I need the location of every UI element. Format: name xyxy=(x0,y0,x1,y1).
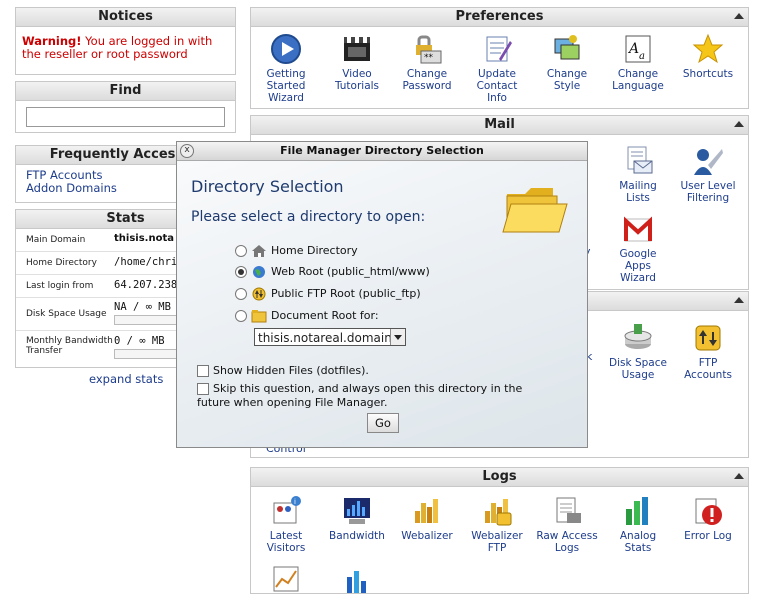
radio-document-root[interactable] xyxy=(235,310,247,322)
stat-value: /home/chri xyxy=(114,256,178,268)
user-level-filtering[interactable]: User Level Filtering xyxy=(676,145,740,204)
gmail-icon xyxy=(622,213,654,245)
visitors-icon: i xyxy=(270,495,302,527)
expand-stats-link[interactable]: expand stats xyxy=(89,372,163,386)
stat-value: NA / ∞ MB xyxy=(114,301,171,313)
option-document-root[interactable]: Document Root for: xyxy=(235,308,379,324)
radio-web-root[interactable] xyxy=(235,266,247,278)
mailing-lists-icon xyxy=(622,145,654,177)
stat-label: Disk Space Usage xyxy=(26,309,107,319)
warning-label: Warning! xyxy=(22,34,82,48)
close-icon[interactable]: x xyxy=(180,144,194,158)
dialog-header-title: File Manager Directory Selection xyxy=(280,144,484,157)
chart-icon xyxy=(270,563,302,595)
option-web-root[interactable]: Web Root (public_html/www) xyxy=(235,264,430,280)
stat-label: Main Domain xyxy=(26,235,86,245)
file-manager-dialog: x File Manager Directory Selection Direc… xyxy=(176,141,588,448)
more-log-item[interactable] xyxy=(325,563,389,598)
stat-value: thisis.nota xyxy=(114,233,174,244)
play-icon xyxy=(270,33,302,65)
webalizer[interactable]: Webalizer xyxy=(395,495,459,542)
radio-public-ftp[interactable] xyxy=(235,288,247,300)
getting-started-wizard[interactable]: Getting Started Wizard xyxy=(254,33,318,104)
radio-home[interactable] xyxy=(235,245,247,257)
star-icon xyxy=(692,33,724,65)
shortcuts[interactable]: Shortcuts xyxy=(676,33,740,80)
language-icon: Aa xyxy=(622,33,654,65)
style-icon xyxy=(551,33,583,65)
ftp-icon xyxy=(251,287,267,301)
logs-title: Logs xyxy=(251,468,748,487)
video-tutorials[interactable]: Video Tutorials xyxy=(325,33,389,92)
globe-icon xyxy=(251,265,267,279)
preferences-panel: Preferences Getting Started Wizard Video… xyxy=(250,7,749,109)
folder-icon xyxy=(501,184,571,236)
collapse-arrow-icon[interactable] xyxy=(734,297,744,303)
webalizer-icon xyxy=(411,495,443,527)
stat-value: 64.207.238 xyxy=(114,279,178,291)
update-contact-info[interactable]: Update Contact Info xyxy=(465,33,529,104)
option-public-ftp[interactable]: Public FTP Root (public_ftp) xyxy=(235,286,421,302)
document-root-select[interactable]: thisis.notareal.domain xyxy=(254,328,406,346)
collapse-arrow-icon[interactable] xyxy=(734,13,744,19)
bandwidth-icon xyxy=(341,495,373,527)
option-home-directory[interactable]: Home Directory xyxy=(235,243,358,259)
analog-stats[interactable]: Analog Stats xyxy=(606,495,670,554)
find-input[interactable] xyxy=(26,107,225,127)
latest-visitors[interactable]: i Latest Visitors xyxy=(254,495,318,554)
mailing-lists[interactable]: Mailing Lists xyxy=(606,145,670,204)
home-icon xyxy=(251,244,267,258)
change-password[interactable]: ** Change Password xyxy=(395,33,459,92)
disk-icon xyxy=(622,322,654,354)
webalizer-ftp[interactable]: Webalizer FTP xyxy=(465,495,529,554)
ftp-icon xyxy=(692,322,724,354)
webalizer-ftp-icon xyxy=(481,495,513,527)
skip-question[interactable]: Skip this question, and always open this… xyxy=(197,382,557,410)
raw-access-logs[interactable]: Raw Access Logs xyxy=(535,495,599,554)
folder-small-icon xyxy=(251,309,267,323)
show-hidden-checkbox[interactable] xyxy=(197,365,209,377)
more-log-item[interactable] xyxy=(254,563,318,598)
stat-value: 0 / ∞ MB xyxy=(114,335,165,347)
change-style[interactable]: Change Style xyxy=(535,33,599,92)
go-button[interactable]: Go xyxy=(367,413,399,433)
find-panel: Find xyxy=(15,81,236,133)
disk-space-usage[interactable]: Disk Space Usage xyxy=(606,322,670,381)
mail-title: Mail xyxy=(251,116,748,135)
svg-text:**: ** xyxy=(424,53,434,63)
change-language[interactable]: Aa Change Language xyxy=(606,33,670,92)
dialog-title: Directory Selection xyxy=(191,177,344,196)
dialog-subtitle: Please select a directory to open: xyxy=(191,209,426,225)
error-log-icon xyxy=(692,495,724,527)
bandwidth[interactable]: Bandwidth xyxy=(325,495,389,542)
notices-title: Notices xyxy=(16,8,235,27)
dialog-header: x File Manager Directory Selection xyxy=(177,142,587,161)
raw-logs-icon xyxy=(551,495,583,527)
svg-text:A: A xyxy=(627,41,639,57)
clapperboard-icon xyxy=(341,33,373,65)
collapse-arrow-icon[interactable] xyxy=(734,473,744,479)
google-apps-wizard[interactable]: Google Apps Wizard xyxy=(606,213,670,284)
svg-text:i: i xyxy=(294,498,296,506)
error-log[interactable]: Error Log xyxy=(676,495,740,542)
logs-panel: Logs i Latest Visitors Bandwidth Webaliz… xyxy=(250,467,749,594)
ftp-accounts[interactable]: FTP Accounts xyxy=(676,322,740,381)
warning-message: Warning! You are logged in with the rese… xyxy=(16,27,235,61)
svg-text:a: a xyxy=(639,51,645,62)
stat-label: Last login from xyxy=(26,281,94,291)
stat-label: Monthly Bandwidth Transfer xyxy=(26,336,113,356)
chart-icon xyxy=(341,563,373,595)
notices-panel: Notices Warning! You are logged in with … xyxy=(15,7,236,75)
password-icon: ** xyxy=(411,33,443,65)
show-hidden-files[interactable]: Show Hidden Files (dotfiles). xyxy=(197,364,369,378)
skip-question-checkbox[interactable] xyxy=(197,383,209,395)
filter-icon xyxy=(692,145,724,177)
contact-info-icon xyxy=(481,33,513,65)
analog-stats-icon xyxy=(622,495,654,527)
stat-label: Home Directory xyxy=(26,258,97,268)
collapse-arrow-icon[interactable] xyxy=(734,121,744,127)
preferences-title: Preferences xyxy=(251,8,748,27)
find-title: Find xyxy=(16,82,235,101)
chevron-down-icon[interactable] xyxy=(390,329,405,345)
